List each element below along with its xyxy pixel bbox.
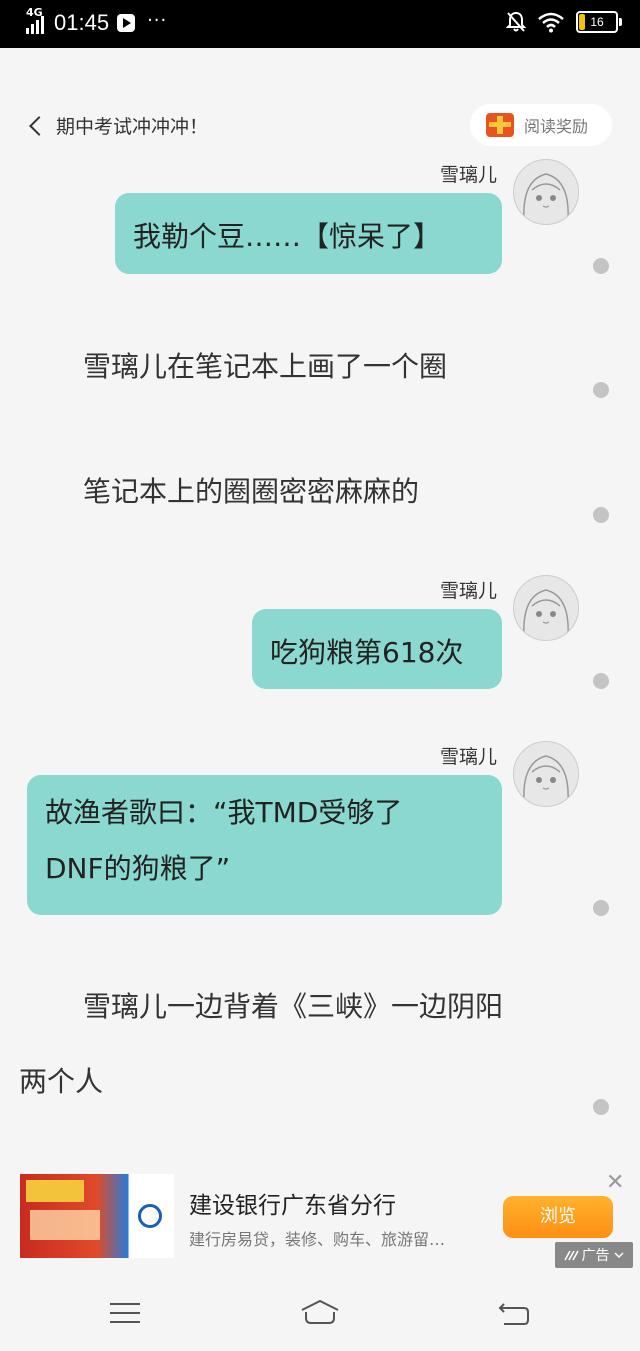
avatar[interactable] bbox=[513, 575, 579, 641]
bubble-text-line: DNF的狗粮了” bbox=[45, 852, 231, 885]
back-icon[interactable] bbox=[498, 1300, 530, 1326]
battery-level: 16 bbox=[590, 15, 604, 29]
ad-logo-icon bbox=[563, 1250, 579, 1261]
anime-girl-avatar-icon bbox=[523, 755, 569, 803]
comment-dot[interactable] bbox=[593, 382, 609, 398]
home-icon[interactable] bbox=[298, 1298, 342, 1326]
close-icon[interactable]: ✕ bbox=[606, 1170, 624, 1195]
narration-text: 雪璃儿在笔记本上画了一个圈 bbox=[83, 350, 448, 383]
media-playing-icon bbox=[117, 14, 136, 32]
chevron-left-icon bbox=[29, 115, 49, 136]
status-bar: 4G 01:45 ··· 16 bbox=[0, 0, 640, 48]
system-nav-bar bbox=[0, 1270, 640, 1351]
treasure-chest-icon bbox=[486, 113, 514, 137]
chapter-header: 期中考试冲冲冲！ 阅读奖励 bbox=[0, 100, 640, 150]
ad-banner[interactable]: 建设银行广东省分行 建行房易贷，装修、购车、旅游留… 浏览 ✕ 广告 bbox=[0, 1170, 640, 1270]
wifi-icon bbox=[538, 12, 564, 33]
narration-text: 笔记本上的圈圈密密麻麻的 bbox=[83, 475, 420, 508]
signal-icon: 4G bbox=[26, 6, 46, 34]
ad-browse-button[interactable]: 浏览 bbox=[503, 1196, 613, 1238]
ad-tag[interactable]: 广告 bbox=[555, 1242, 633, 1268]
network-type: 4G bbox=[26, 6, 43, 19]
ad-image[interactable] bbox=[20, 1174, 174, 1258]
ad-description[interactable]: 建行房易贷，装修、购车、旅游留… bbox=[189, 1226, 445, 1250]
reading-reward-label: 阅读奖励 bbox=[524, 117, 589, 136]
bubble-text-line: 故渔者歌曰：“我TMD受够了 bbox=[45, 796, 403, 829]
anime-girl-avatar-icon bbox=[523, 589, 569, 637]
back-button[interactable]: 期中考试冲冲冲！ bbox=[29, 112, 209, 139]
avatar[interactable] bbox=[513, 159, 579, 225]
more-notifications-icon: ··· bbox=[147, 9, 168, 31]
bubble-text: 我勒个豆……【惊呆了】 bbox=[133, 220, 442, 253]
chapter-title: 期中考试冲冲冲！ bbox=[56, 116, 209, 138]
comment-dot[interactable] bbox=[593, 1099, 609, 1115]
avatar[interactable] bbox=[513, 741, 579, 807]
battery-icon: 16 bbox=[576, 11, 622, 33]
sender-name: 雪璃儿 bbox=[440, 580, 498, 602]
narration-text: 雪璃儿一边背着《三峡》一边阴阳 bbox=[83, 990, 504, 1023]
comment-dot[interactable] bbox=[593, 258, 609, 274]
mute-bell-icon bbox=[506, 11, 526, 32]
chevron-down-icon bbox=[613, 1252, 624, 1259]
reading-reward-button[interactable]: 阅读奖励 bbox=[470, 104, 612, 146]
sender-name: 雪璃儿 bbox=[440, 164, 498, 186]
sender-name: 雪璃儿 bbox=[440, 746, 498, 768]
comment-dot[interactable] bbox=[593, 507, 609, 523]
comment-dot[interactable] bbox=[593, 900, 609, 916]
bubble-text: 吃狗粮第618次 bbox=[270, 636, 464, 669]
comment-dot[interactable] bbox=[593, 673, 609, 689]
clock: 01:45 bbox=[54, 10, 110, 35]
narration-text: 两个人 bbox=[19, 1065, 104, 1098]
chat-bubble: 我勒个豆……【惊呆了】 bbox=[115, 193, 502, 274]
ad-tag-label: 广告 bbox=[581, 1248, 610, 1264]
chat-bubble: 吃狗粮第618次 bbox=[252, 609, 502, 689]
anime-girl-avatar-icon bbox=[523, 173, 569, 221]
menu-icon[interactable] bbox=[110, 1303, 140, 1323]
chat-bubble: 故渔者歌曰：“我TMD受够了 DNF的狗粮了” bbox=[27, 775, 502, 915]
ad-title[interactable]: 建设银行广东省分行 bbox=[189, 1186, 396, 1220]
